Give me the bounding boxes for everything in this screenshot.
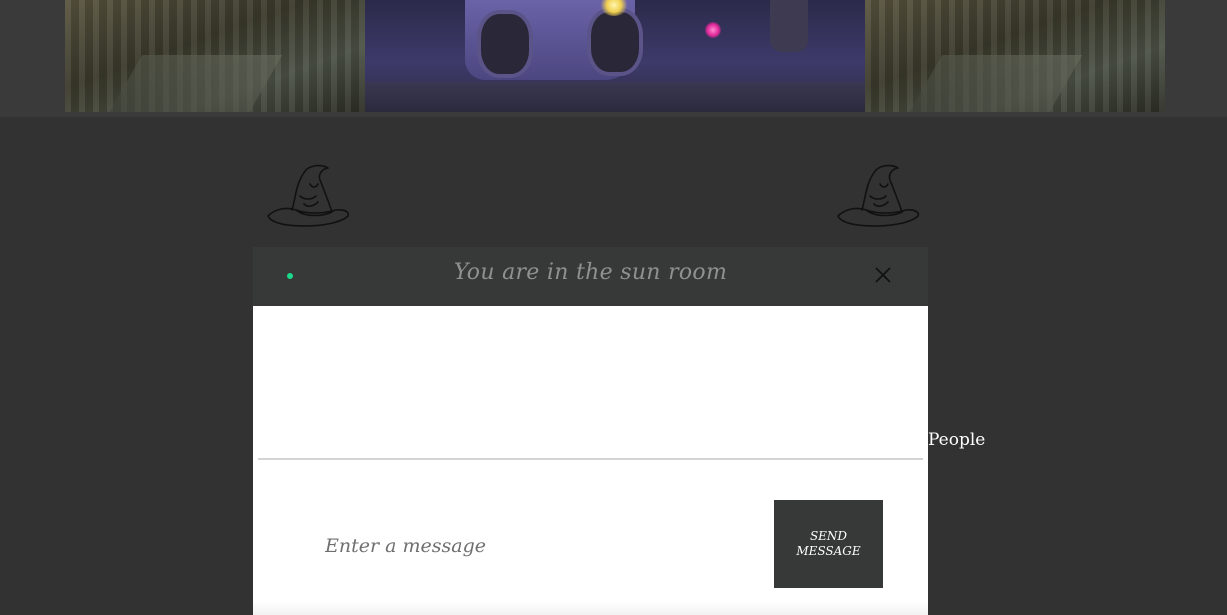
send-button-label: SEND MESSAGE (796, 529, 861, 558)
chat-window: You are in the sun room SEND MESSAGE (253, 247, 928, 615)
message-list[interactable] (253, 306, 928, 458)
people-heading: People (928, 430, 986, 450)
car-wheel-left (477, 10, 533, 78)
figure-silhouette (770, 0, 808, 52)
chat-footer-shade (253, 602, 928, 615)
castle-image-left (65, 0, 365, 112)
banner-image-strip (65, 0, 1165, 112)
sorting-hat-icon-right (837, 164, 920, 227)
car-wheel-right (587, 8, 643, 76)
castle-image-right (865, 0, 1165, 112)
chat-header: You are in the sun room (253, 247, 928, 306)
input-divider (258, 458, 923, 460)
flying-car-image (365, 0, 865, 112)
chat-room-title: You are in the sun room (453, 260, 728, 285)
header-banner (0, 0, 1227, 117)
banner-ground (365, 82, 865, 112)
message-input[interactable] (323, 527, 747, 565)
send-message-button[interactable]: SEND MESSAGE (774, 500, 883, 588)
close-icon[interactable] (871, 263, 895, 287)
taillight-glow (705, 22, 721, 38)
sorting-hat-icon (267, 164, 350, 227)
